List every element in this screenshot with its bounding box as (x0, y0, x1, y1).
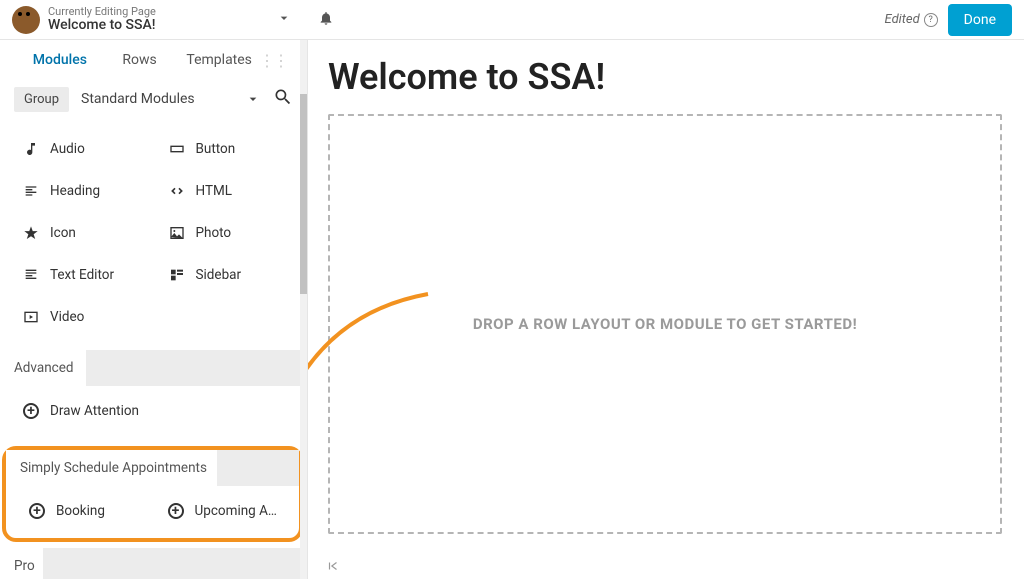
collapse-handle[interactable] (326, 559, 340, 573)
module-draw-attention[interactable]: + Draw Attention (8, 390, 154, 432)
module-group-select[interactable]: Standard Modules (77, 86, 265, 112)
module-audio[interactable]: Audio (8, 128, 154, 170)
plus-circle-icon: + (167, 502, 185, 520)
section-pro[interactable]: Pro (0, 548, 307, 579)
plus-circle-icon: + (22, 402, 40, 420)
video-icon (22, 308, 40, 326)
drop-instruction: DROP A ROW LAYOUT OR MODULE TO GET START… (473, 315, 857, 333)
main-area: Modules Rows Templates ⋮⋮ Group Standard… (0, 40, 1024, 579)
bell-icon (318, 10, 334, 26)
help-icon[interactable]: ? (924, 13, 938, 27)
beaver-logo (12, 6, 40, 34)
sidebar-icon (168, 266, 186, 284)
module-video[interactable]: Video (8, 296, 154, 338)
star-icon (22, 224, 40, 242)
module-html[interactable]: HTML (154, 170, 300, 212)
section-ssa[interactable]: Simply Schedule Appointments (6, 450, 299, 486)
module-text-editor[interactable]: Text Editor (8, 254, 154, 296)
module-button[interactable]: Button (154, 128, 300, 170)
chevron-down-icon (245, 91, 261, 107)
title-block[interactable]: Currently Editing Page Welcome to SSA! (48, 6, 156, 33)
edited-status: Edited ? (885, 12, 938, 27)
chevron-down-icon (276, 10, 292, 26)
module-booking[interactable]: + Booking (14, 490, 153, 532)
filter-row: Group Standard Modules (0, 80, 307, 124)
button-icon (168, 140, 186, 158)
plus-circle-icon: + (28, 502, 46, 520)
topbar-right: Edited ? Done (885, 4, 1012, 36)
tab-templates[interactable]: Templates (179, 40, 259, 80)
heading-icon (22, 182, 40, 200)
photo-icon (168, 224, 186, 242)
ssa-modules-grid: + Booking + Upcoming A… (6, 486, 299, 532)
sidebar-panel: Modules Rows Templates ⋮⋮ Group Standard… (0, 40, 308, 579)
module-group-selected: Standard Modules (81, 91, 195, 107)
module-sidebar[interactable]: Sidebar (154, 254, 300, 296)
done-button[interactable]: Done (948, 4, 1012, 36)
module-photo[interactable]: Photo (154, 212, 300, 254)
code-icon (168, 182, 186, 200)
music-note-icon (22, 140, 40, 158)
search-icon (273, 87, 293, 107)
tab-rows[interactable]: Rows (100, 40, 180, 80)
drop-zone[interactable]: DROP A ROW LAYOUT OR MODULE TO GET START… (328, 114, 1002, 534)
topbar-left: Currently Editing Page Welcome to SSA! (12, 6, 342, 34)
standard-modules-grid: Audio Button Heading HTML Icon Photo (0, 124, 307, 350)
canvas-area: Welcome to SSA! DROP A ROW LAYOUT OR MOD… (308, 40, 1024, 579)
module-heading[interactable]: Heading (8, 170, 154, 212)
sidebar-tabs: Modules Rows Templates ⋮⋮ (0, 40, 307, 80)
chevron-first-icon (326, 559, 340, 573)
text-editor-icon (22, 266, 40, 284)
advanced-modules-grid: + Draw Attention (0, 386, 307, 444)
module-upcoming-appointments[interactable]: + Upcoming A… (153, 490, 292, 532)
section-advanced[interactable]: Advanced (0, 350, 307, 386)
drag-handle-icon[interactable]: ⋮⋮ (259, 51, 287, 70)
notifications-button[interactable] (310, 6, 342, 34)
page-title: Welcome to SSA! (48, 18, 156, 33)
tab-modules[interactable]: Modules (20, 40, 100, 80)
group-label: Group (14, 87, 69, 112)
highlight-annotation: Simply Schedule Appointments + Booking +… (2, 446, 303, 542)
scrollbar-thumb[interactable] (300, 94, 307, 294)
canvas-page-title: Welcome to SSA! (328, 56, 1002, 98)
module-icon[interactable]: Icon (8, 212, 154, 254)
search-button[interactable] (273, 87, 293, 111)
top-bar: Currently Editing Page Welcome to SSA! E… (0, 0, 1024, 40)
title-dropdown-chevron[interactable] (276, 10, 292, 30)
